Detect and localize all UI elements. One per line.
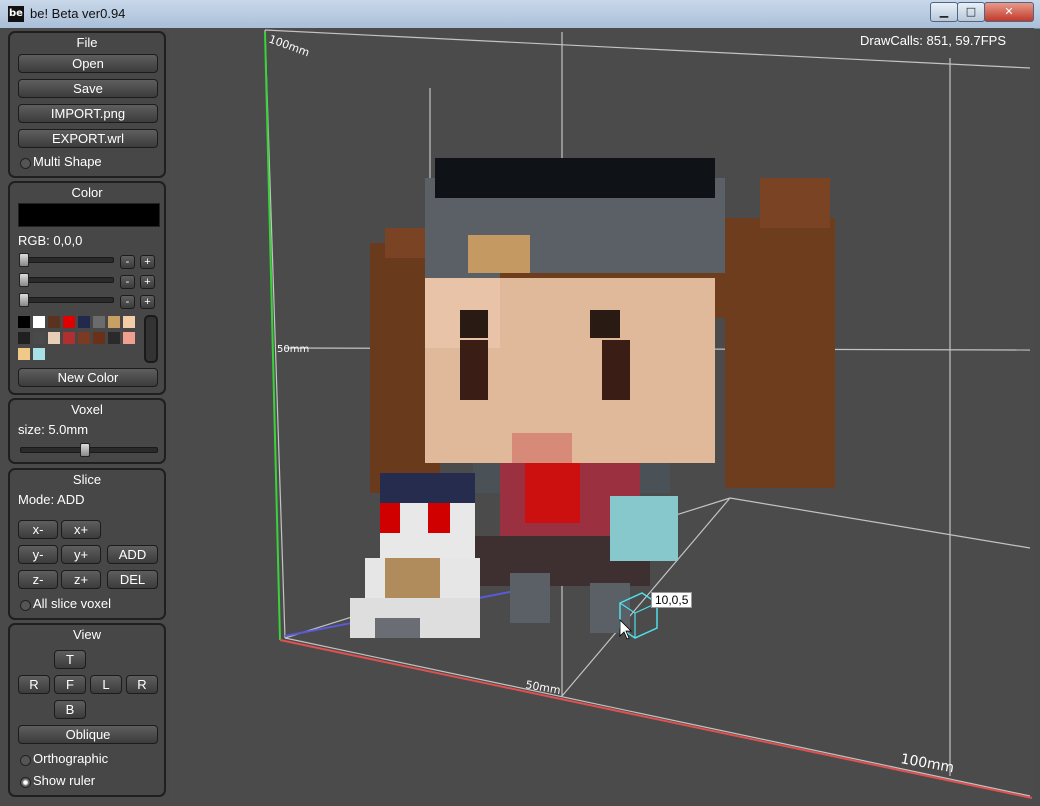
slice-x-minus-button[interactable]: x-	[18, 520, 58, 539]
orthographic-label: Orthographic	[33, 751, 109, 766]
voxel-panel: Voxel size: 5.0mm	[8, 398, 166, 464]
blue-minus-button[interactable]: -	[120, 295, 135, 309]
view-right-button[interactable]: R	[18, 675, 50, 694]
app-logo-icon: be	[8, 6, 24, 22]
file-panel: File Open Save IMPORT.png EXPORT.wrl Mul…	[8, 31, 166, 178]
color-panel: Color RGB: 0,0,0 - + - + - + New Color	[8, 181, 166, 395]
palette-swatch[interactable]	[48, 316, 60, 328]
view-panel: View T R F L R B Oblique Orthographic Sh…	[8, 623, 166, 797]
open-button[interactable]: Open	[18, 54, 158, 73]
window-title: be! Beta ver0.94	[30, 6, 126, 21]
close-button[interactable]: ✕	[984, 2, 1034, 22]
palette-swatch[interactable]	[123, 332, 135, 344]
slice-y-minus-button[interactable]: y-	[18, 545, 58, 564]
all-slice-voxel-radio[interactable]	[20, 600, 31, 611]
y-axis-line	[264, 31, 281, 641]
export-wrl-button[interactable]: EXPORT.wrl	[18, 129, 158, 148]
view-left-button[interactable]: L	[90, 675, 122, 694]
view-rear-button[interactable]: R	[126, 675, 158, 694]
slice-y-plus-button[interactable]: y+	[61, 545, 101, 564]
red-plus-button[interactable]: +	[140, 255, 155, 269]
green-plus-button[interactable]: +	[140, 275, 155, 289]
color-palette	[18, 316, 138, 366]
palette-swatch[interactable]	[123, 316, 135, 328]
blue-plus-button[interactable]: +	[140, 295, 155, 309]
x-axis-line	[279, 639, 1033, 799]
slice-add-button[interactable]: ADD	[107, 545, 158, 564]
title-bar: be be! Beta ver0.94 ▁ □ ✕	[0, 0, 1040, 29]
palette-swatch[interactable]	[93, 316, 105, 328]
palette-swatch[interactable]	[63, 332, 75, 344]
view-panel-title: View	[73, 627, 101, 642]
view-bottom-button[interactable]: B	[54, 700, 86, 719]
blue-slider[interactable]	[20, 297, 114, 303]
import-png-button[interactable]: IMPORT.png	[18, 104, 158, 123]
palette-swatch[interactable]	[78, 316, 90, 328]
blue-slider-knob[interactable]	[19, 293, 29, 307]
color-panel-title: Color	[71, 185, 103, 200]
palette-swatch[interactable]	[33, 348, 45, 360]
voxel-panel-title: Voxel	[71, 402, 103, 417]
palette-swatch[interactable]	[63, 316, 75, 328]
ruler-label-mid: 50mm	[277, 344, 309, 355]
voxel-size-label: size: 5.0mm	[18, 422, 89, 437]
palette-swatch[interactable]	[48, 332, 60, 344]
drawcalls-fps-readout: DrawCalls: 851, 59.7FPS	[860, 33, 1006, 48]
ruler-label-top: 100mm	[267, 33, 311, 60]
3d-viewport[interactable]: 100mm 50mm 50mm 100mm DrawCalls: 851, 59…	[170, 28, 1034, 800]
red-slider[interactable]	[20, 257, 114, 263]
scene-canvas[interactable]: 100mm 50mm 50mm 100mm	[170, 28, 1034, 800]
file-panel-title: File	[76, 35, 98, 50]
slice-z-plus-button[interactable]: z+	[61, 570, 101, 589]
slice-mode-label: Mode: ADD	[18, 492, 85, 507]
multi-shape-radio[interactable]	[20, 158, 31, 169]
view-front-button[interactable]: F	[54, 675, 86, 694]
palette-swatch[interactable]	[78, 332, 90, 344]
save-button[interactable]: Save	[18, 79, 158, 98]
slice-del-button[interactable]: DEL	[107, 570, 158, 589]
color-preview	[18, 203, 160, 227]
red-slider-knob[interactable]	[19, 253, 29, 267]
voxel-model[interactable]	[350, 158, 835, 638]
show-ruler-radio[interactable]	[20, 777, 31, 788]
red-minus-button[interactable]: -	[120, 255, 135, 269]
slice-panel: Slice Mode: ADD x- x+ y- y+ ADD z- z+ DE…	[8, 468, 166, 620]
palette-swatch[interactable]	[93, 332, 105, 344]
view-top-button[interactable]: T	[54, 650, 86, 669]
app-window: be be! Beta ver0.94 ▁ □ ✕ File Open Save…	[0, 0, 1040, 806]
green-slider[interactable]	[20, 277, 114, 283]
minimize-button[interactable]: ▁	[930, 2, 958, 22]
rgb-label: RGB: 0,0,0	[18, 233, 83, 248]
slice-z-minus-button[interactable]: z-	[18, 570, 58, 589]
sidebar: File Open Save IMPORT.png EXPORT.wrl Mul…	[0, 28, 170, 806]
all-slice-voxel-label: All slice voxel	[33, 596, 112, 611]
oblique-button[interactable]: Oblique	[18, 725, 158, 744]
palette-swatch[interactable]	[108, 332, 120, 344]
palette-swatch[interactable]	[33, 332, 45, 344]
slice-x-plus-button[interactable]: x+	[61, 520, 101, 539]
maximize-button[interactable]: □	[957, 2, 985, 22]
palette-swatch[interactable]	[33, 316, 45, 328]
multi-shape-label: Multi Shape	[33, 154, 102, 169]
palette-scrollbar[interactable]	[144, 315, 158, 363]
palette-swatch[interactable]	[18, 316, 30, 328]
orthographic-radio[interactable]	[20, 755, 31, 766]
palette-swatch[interactable]	[18, 348, 30, 360]
green-minus-button[interactable]: -	[120, 275, 135, 289]
palette-swatch[interactable]	[108, 316, 120, 328]
voxel-size-slider-knob[interactable]	[80, 443, 90, 457]
green-slider-knob[interactable]	[19, 273, 29, 287]
palette-swatch[interactable]	[18, 332, 30, 344]
new-color-button[interactable]: New Color	[18, 368, 158, 387]
voxel-coordinate-tooltip: 10,0,5	[651, 592, 693, 608]
show-ruler-label: Show ruler	[33, 773, 96, 788]
slice-panel-title: Slice	[72, 472, 102, 487]
